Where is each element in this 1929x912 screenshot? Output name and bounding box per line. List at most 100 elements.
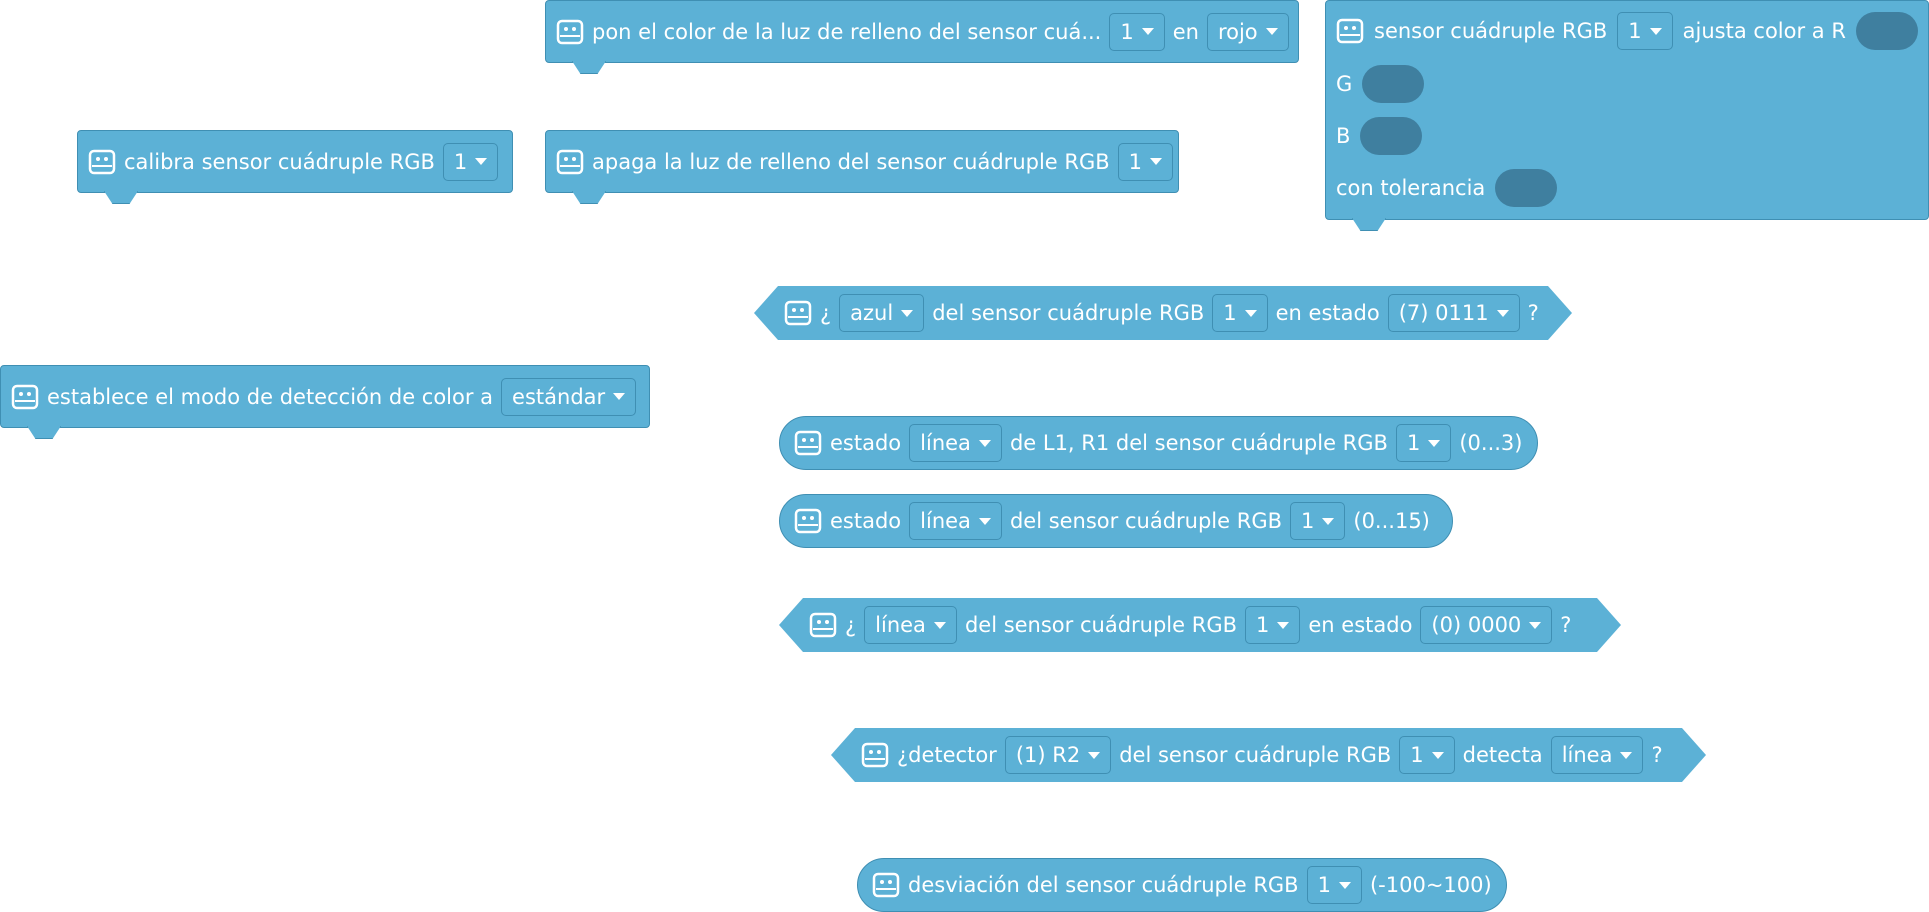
dropdown-value: (7) 0111 bbox=[1398, 301, 1489, 325]
port-dropdown[interactable]: 1 bbox=[1617, 12, 1673, 50]
port-dropdown[interactable]: 1 bbox=[1306, 866, 1362, 904]
g-value-slot[interactable] bbox=[1362, 65, 1425, 103]
dropdown-value: 1 bbox=[1301, 509, 1315, 533]
line-state-block[interactable]: ¿ línea del sensor cuádruple RGB 1 en es… bbox=[779, 598, 1621, 652]
port-dropdown[interactable]: 1 bbox=[1290, 502, 1346, 540]
sensor-icon bbox=[88, 149, 116, 175]
chevron-down-icon bbox=[1088, 752, 1100, 759]
port-dropdown[interactable]: 1 bbox=[1109, 12, 1165, 51]
chevron-down-icon bbox=[1265, 28, 1278, 35]
kind-dropdown[interactable]: línea bbox=[909, 502, 1002, 540]
mode-dropdown[interactable]: estándar bbox=[501, 377, 637, 416]
range-label: (-100~100) bbox=[1369, 873, 1492, 897]
sensor-icon bbox=[861, 742, 889, 768]
port-dropdown[interactable]: 1 bbox=[1117, 142, 1174, 181]
tolerance-value-slot[interactable] bbox=[1495, 169, 1558, 207]
block-label: del sensor cuádruple RGB bbox=[932, 301, 1205, 325]
sensor-icon bbox=[556, 19, 584, 45]
chevron-down-icon bbox=[1150, 158, 1163, 165]
detector-block[interactable]: ¿detector (1) R2 del sensor cuádruple RG… bbox=[831, 728, 1706, 782]
port-dropdown[interactable]: 1 bbox=[442, 142, 499, 181]
block-label: pon el color de la luz de relleno del se… bbox=[592, 19, 1102, 44]
state-dropdown[interactable]: (0) 0000 bbox=[1420, 606, 1552, 644]
rgb-adjust-block[interactable]: sensor cuádruple RGB 1 ajusta color a R … bbox=[1325, 0, 1929, 220]
fill-light-color-block[interactable]: pon el color de la luz de relleno del se… bbox=[545, 0, 1299, 63]
question-close: ? bbox=[1560, 613, 1572, 637]
dropdown-value: 1 bbox=[1256, 613, 1270, 637]
color-state-block[interactable]: ¿ azul del sensor cuádruple RGB 1 en est… bbox=[754, 286, 1572, 340]
state-all-block[interactable]: estado línea del sensor cuádruple RGB 1 … bbox=[779, 494, 1453, 548]
dropdown-value: 1 bbox=[453, 149, 468, 174]
chevron-down-icon bbox=[978, 439, 991, 447]
port-dropdown[interactable]: 1 bbox=[1212, 294, 1267, 332]
question-open: ¿ bbox=[820, 301, 832, 325]
color-dropdown[interactable]: rojo bbox=[1206, 12, 1289, 51]
chevron-down-icon bbox=[1245, 310, 1257, 317]
calibrate-block[interactable]: calibra sensor cuádruple RGB 1 bbox=[77, 130, 513, 193]
detection-mode-block[interactable]: establece el modo de detección de color … bbox=[0, 365, 650, 428]
color-dropdown[interactable]: azul bbox=[839, 294, 924, 332]
port-dropdown[interactable]: 1 bbox=[1399, 736, 1454, 774]
dropdown-value: rojo bbox=[1217, 19, 1258, 44]
question-close: ? bbox=[1651, 743, 1663, 767]
sensor-icon bbox=[556, 149, 584, 175]
deviation-block[interactable]: desviación del sensor cuádruple RGB 1 (-… bbox=[857, 858, 1507, 912]
dropdown-value: línea bbox=[920, 509, 971, 533]
block-label: estado bbox=[830, 509, 902, 533]
kind-dropdown[interactable]: línea bbox=[864, 606, 957, 644]
port-dropdown[interactable]: 1 bbox=[1395, 424, 1452, 462]
block-label: del sensor cuádruple RGB bbox=[1119, 743, 1392, 767]
dropdown-value: (0) 0000 bbox=[1431, 613, 1522, 637]
block-label: del sensor cuádruple RGB bbox=[964, 613, 1237, 637]
dropdown-value: línea bbox=[920, 431, 971, 455]
kind-dropdown[interactable]: línea bbox=[909, 424, 1002, 462]
r-value-slot[interactable] bbox=[1855, 12, 1918, 50]
block-label: sensor cuádruple RGB bbox=[1374, 19, 1608, 43]
probe-dropdown[interactable]: (1) R2 bbox=[1005, 736, 1111, 774]
port-dropdown[interactable]: 1 bbox=[1245, 606, 1300, 644]
b-value-slot[interactable] bbox=[1360, 117, 1423, 155]
sensor-icon bbox=[794, 430, 822, 456]
chevron-down-icon bbox=[978, 517, 991, 525]
chevron-down-icon bbox=[1649, 27, 1662, 35]
sensor-icon bbox=[872, 872, 900, 898]
dropdown-value: (1) R2 bbox=[1015, 743, 1081, 767]
chevron-down-icon bbox=[1497, 310, 1509, 317]
block-label: desviación del sensor cuádruple RGB bbox=[908, 873, 1299, 897]
sensor-icon bbox=[794, 508, 822, 534]
chevron-down-icon bbox=[1620, 752, 1632, 759]
dropdown-value: azul bbox=[850, 301, 894, 325]
block-label: de L1, R1 del sensor cuádruple RGB bbox=[1009, 431, 1388, 455]
block-label: calibra sensor cuádruple RGB bbox=[124, 149, 435, 174]
chevron-down-icon bbox=[1428, 439, 1441, 447]
g-label: G bbox=[1336, 72, 1353, 96]
tolerance-label: con tolerancia bbox=[1336, 176, 1486, 200]
chevron-down-icon bbox=[901, 310, 913, 317]
chevron-down-icon bbox=[1529, 622, 1541, 629]
block-label: establece el modo de detección de color … bbox=[47, 384, 494, 409]
dropdown-value: línea bbox=[1561, 743, 1613, 767]
chevron-down-icon bbox=[613, 393, 626, 400]
dropdown-value: estándar bbox=[512, 384, 606, 409]
dropdown-value: 1 bbox=[1628, 19, 1642, 43]
kind-dropdown[interactable]: línea bbox=[1551, 736, 1644, 774]
block-label: en bbox=[1172, 19, 1199, 44]
state-l1r1-block[interactable]: estado línea de L1, R1 del sensor cuádru… bbox=[779, 416, 1538, 470]
sensor-icon bbox=[809, 612, 837, 638]
block-label: apaga la luz de relleno del sensor cuádr… bbox=[592, 149, 1110, 174]
chevron-down-icon bbox=[475, 158, 488, 165]
dropdown-value: 1 bbox=[1410, 743, 1424, 767]
block-label: detecta bbox=[1462, 743, 1543, 767]
chevron-down-icon bbox=[1277, 622, 1289, 629]
chevron-down-icon bbox=[934, 622, 946, 629]
dropdown-value: 1 bbox=[1317, 873, 1331, 897]
dropdown-value: 1 bbox=[1120, 19, 1134, 44]
block-label: ajusta color a R bbox=[1682, 19, 1846, 43]
state-dropdown[interactable]: (7) 0111 bbox=[1388, 294, 1520, 332]
sensor-icon bbox=[11, 384, 39, 410]
sensor-icon bbox=[1336, 18, 1364, 44]
dropdown-value: 1 bbox=[1128, 149, 1143, 174]
chevron-down-icon bbox=[1141, 28, 1154, 35]
fill-light-off-block[interactable]: apaga la luz de relleno del sensor cuádr… bbox=[545, 130, 1179, 193]
range-label: (0...15) bbox=[1353, 509, 1430, 533]
